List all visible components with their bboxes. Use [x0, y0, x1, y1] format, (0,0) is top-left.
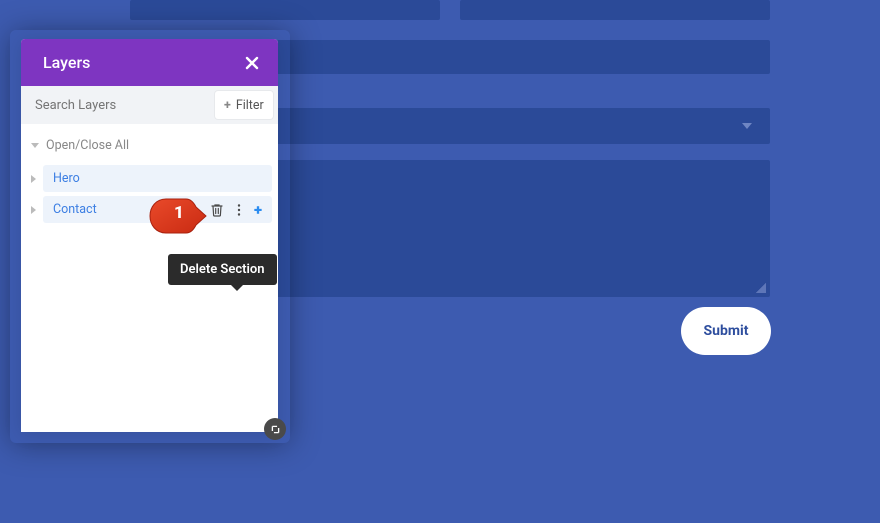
search-input[interactable]	[21, 86, 215, 124]
submit-button[interactable]: Submit	[681, 307, 771, 355]
open-close-all-label: Open/Close All	[46, 138, 129, 153]
open-close-all-toggle[interactable]: Open/Close All	[27, 134, 272, 163]
chevron-down-icon	[31, 143, 39, 148]
panel-header: Layers	[21, 39, 278, 86]
chevron-right-icon[interactable]	[31, 206, 36, 214]
more-vertical-icon[interactable]	[232, 203, 246, 217]
layer-row-hero: Hero	[27, 163, 272, 194]
layer-row-actions: +	[210, 201, 262, 219]
trash-icon[interactable]	[210, 203, 224, 217]
filter-button[interactable]: + Filter	[215, 91, 273, 119]
form-field-top-left[interactable]	[130, 0, 440, 20]
panel-title: Layers	[43, 53, 90, 72]
chevron-right-icon[interactable]	[31, 175, 36, 183]
chevron-down-icon	[742, 123, 752, 129]
layer-item-hero[interactable]: Hero	[43, 165, 272, 192]
layer-item-label: Hero	[53, 171, 80, 186]
panel-body: Open/Close All Hero Contact +	[21, 124, 278, 432]
callout-marker: 1	[146, 195, 208, 237]
tooltip-text: Delete Section	[180, 262, 265, 277]
filter-button-label: Filter	[236, 98, 264, 113]
search-row: + Filter	[21, 86, 278, 124]
submit-button-label: Submit	[704, 323, 749, 339]
layer-item-label: Contact	[53, 202, 97, 217]
tooltip-delete-section: Delete Section	[168, 254, 277, 285]
resize-handle[interactable]	[264, 418, 286, 440]
plus-icon: +	[224, 98, 231, 113]
close-icon[interactable]	[244, 55, 260, 71]
callout-number: 1	[174, 203, 184, 223]
add-icon[interactable]: +	[254, 201, 262, 219]
form-field-top-right[interactable]	[460, 0, 770, 20]
